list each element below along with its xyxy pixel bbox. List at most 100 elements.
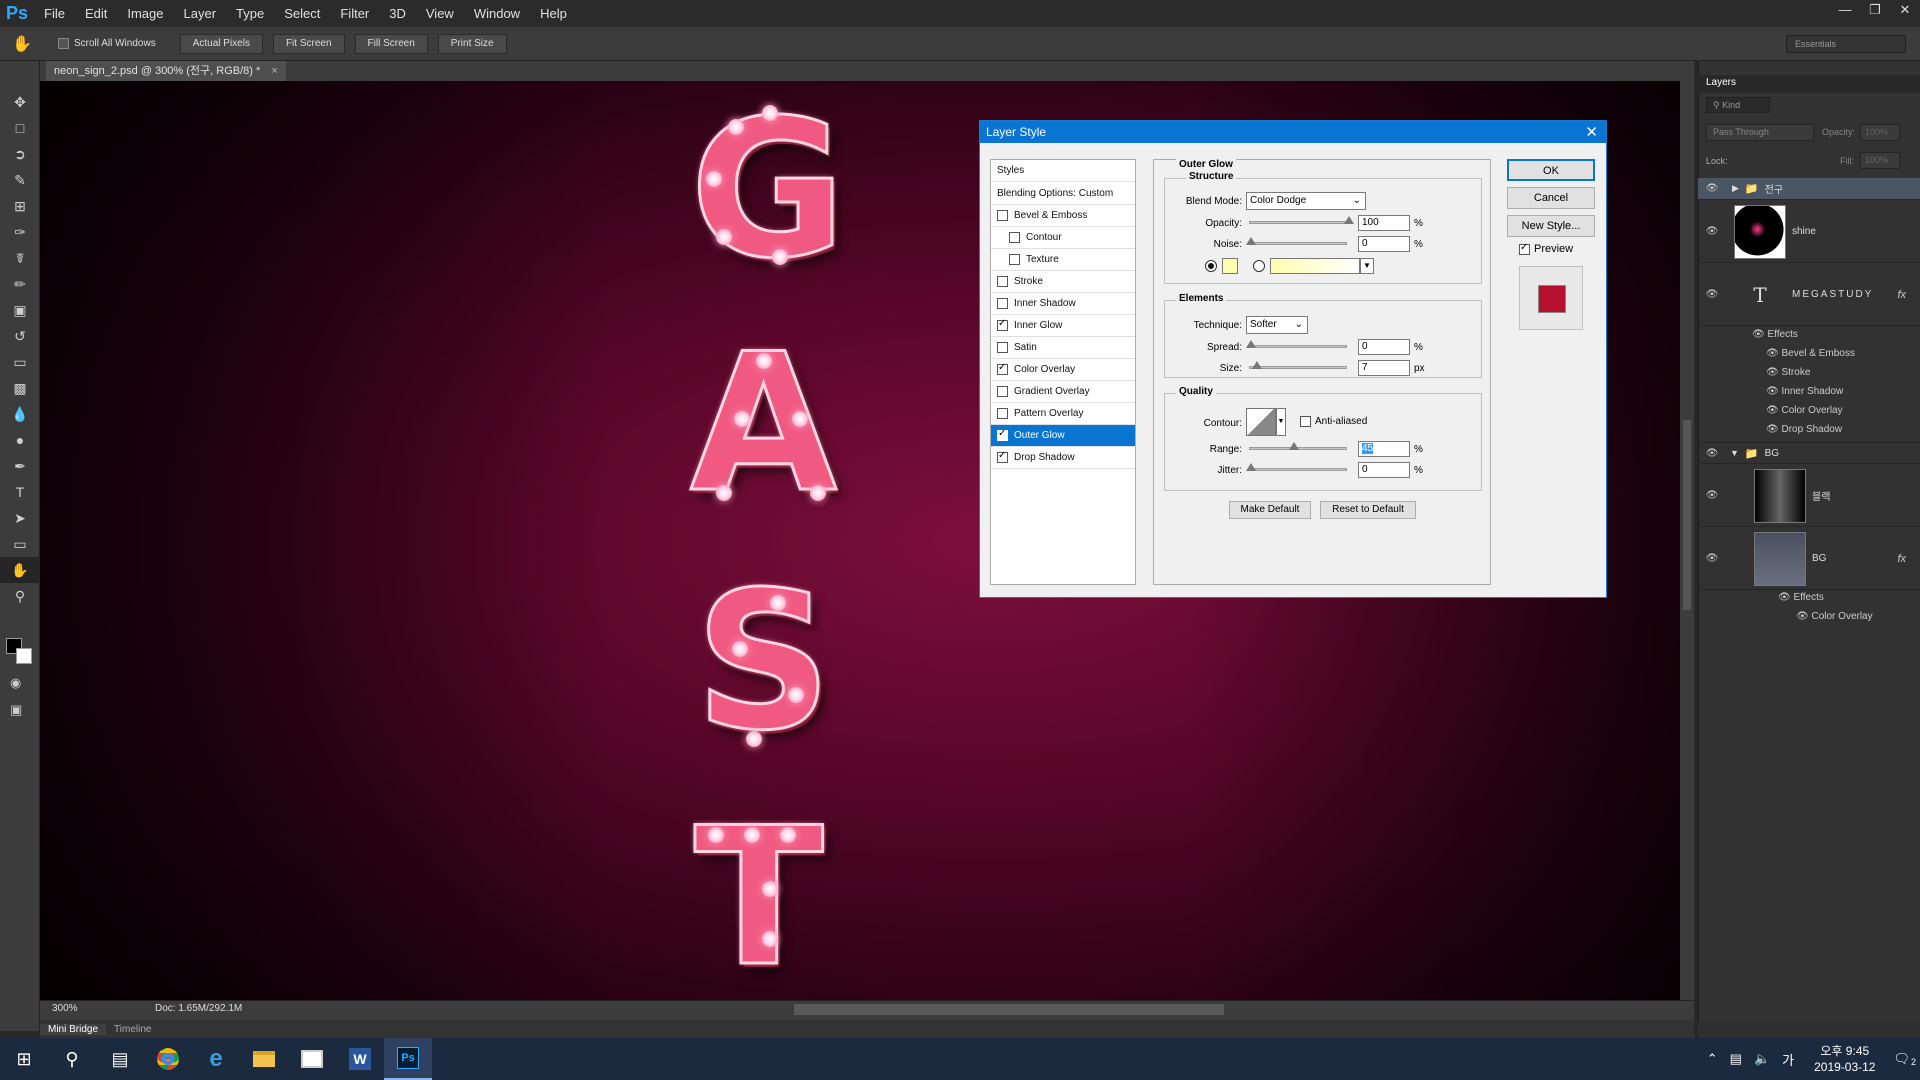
effect-inner-shadow[interactable]: 👁 Inner Shadow: [1766, 386, 1843, 397]
solid-color-radio[interactable]: [1205, 260, 1217, 272]
range-input[interactable]: 45: [1358, 441, 1410, 457]
fill-screen-button[interactable]: Fill Screen: [354, 33, 428, 54]
eye-icon[interactable]: 👁: [1698, 289, 1726, 300]
style-item-outer-glow[interactable]: Outer Glow: [991, 425, 1135, 447]
noise-slider[interactable]: [1246, 237, 1347, 245]
stamp-tool-icon[interactable]: ▣: [0, 297, 40, 323]
horizontal-scroll-thumb[interactable]: [794, 1004, 1224, 1015]
edge-icon[interactable]: e: [192, 1038, 240, 1080]
marquee-tool-icon[interactable]: □: [0, 115, 40, 141]
photoshop-icon[interactable]: Ps: [384, 1038, 432, 1080]
checkbox-box[interactable]: [1519, 242, 1530, 255]
menu-layer[interactable]: Layer: [174, 0, 227, 27]
expand-arrow-icon[interactable]: ▶: [1732, 183, 1739, 194]
eye-icon[interactable]: 👁: [1698, 490, 1726, 501]
restore-icon[interactable]: ❐: [1860, 0, 1890, 20]
style-checkbox[interactable]: [997, 276, 1008, 287]
word-icon[interactable]: W: [336, 1038, 384, 1080]
workspace-select[interactable]: Essentials: [1786, 35, 1906, 53]
new-style-button[interactable]: New Style...: [1507, 215, 1595, 237]
menu-3d[interactable]: 3D: [379, 0, 416, 27]
style-item-satin[interactable]: Satin: [991, 337, 1135, 359]
actual-pixels-button[interactable]: Actual Pixels: [179, 33, 263, 54]
chrome-icon[interactable]: [144, 1038, 192, 1080]
style-item-inner-glow[interactable]: Inner Glow: [991, 315, 1135, 337]
dodge-tool-icon[interactable]: ●: [0, 427, 40, 453]
menu-select[interactable]: Select: [274, 0, 330, 27]
layer-row-black[interactable]: 👁 블랙: [1698, 465, 1920, 527]
effect-color-overlay[interactable]: 👁 Color Overlay: [1796, 611, 1873, 622]
close-tab-icon[interactable]: ×: [271, 65, 277, 77]
clock[interactable]: 오후 9:45 2019-03-12: [1814, 1043, 1875, 1075]
layer-row-megastudy[interactable]: 👁 T MEGASTUDY fx: [1698, 264, 1920, 326]
size-input[interactable]: 7: [1358, 360, 1410, 376]
style-item-inner-shadow[interactable]: Inner Shadow: [991, 293, 1135, 315]
gradient-radio[interactable]: [1253, 260, 1265, 272]
eraser-tool-icon[interactable]: ▭: [0, 349, 40, 375]
effect-drop-shadow[interactable]: 👁 Drop Shadow: [1766, 424, 1842, 435]
style-checkbox[interactable]: [997, 318, 1008, 331]
style-checkbox[interactable]: [1009, 232, 1020, 243]
effect-bevel-emboss[interactable]: 👁 Bevel & Emboss: [1766, 348, 1855, 359]
windows-start-icon[interactable]: ⊞: [0, 1038, 48, 1080]
layer-opacity-input[interactable]: 100%: [1860, 124, 1900, 141]
history-brush-icon[interactable]: ↺: [0, 323, 40, 349]
noise-input[interactable]: 0: [1358, 236, 1410, 252]
ok-button[interactable]: OK: [1507, 159, 1595, 181]
style-item-stroke[interactable]: Stroke: [991, 271, 1135, 293]
slider-knob[interactable]: [1252, 361, 1262, 369]
photos-icon[interactable]: [288, 1038, 336, 1080]
crop-tool-icon[interactable]: ⊞: [0, 193, 40, 219]
menu-edit[interactable]: Edit: [75, 0, 117, 27]
fill-input[interactable]: 100%: [1860, 152, 1900, 169]
collapse-arrow-icon[interactable]: ▼: [1730, 448, 1739, 458]
preview-checkbox[interactable]: Preview: [1519, 242, 1573, 255]
style-item-bevel-emboss[interactable]: Bevel & Emboss: [991, 205, 1135, 227]
close-icon[interactable]: ✕: [1890, 0, 1920, 20]
menu-type[interactable]: Type: [226, 0, 274, 27]
menu-file[interactable]: File: [34, 0, 75, 27]
fit-screen-button[interactable]: Fit Screen: [272, 33, 345, 54]
screen-mode-icon[interactable]: ▣: [10, 702, 22, 718]
fx-icon[interactable]: fx: [1897, 553, 1906, 565]
gradient-tool-icon[interactable]: ▩: [0, 375, 40, 401]
layer-row-bg-group[interactable]: 👁 ▼ 📁 BG: [1698, 442, 1920, 464]
scroll-all-windows-checkbox[interactable]: Scroll All Windows: [58, 38, 156, 49]
style-checkbox[interactable]: [997, 450, 1008, 463]
style-checkbox[interactable]: [997, 362, 1008, 375]
layer-row-shine[interactable]: 👁 shine: [1698, 201, 1920, 263]
spread-slider[interactable]: [1246, 340, 1347, 348]
hand-icon[interactable]: ✋: [0, 34, 44, 54]
task-view-icon[interactable]: ▤: [96, 1038, 144, 1080]
quick-mask-icon[interactable]: ◉: [10, 675, 21, 691]
slider-knob[interactable]: [1246, 237, 1256, 245]
file-explorer-icon[interactable]: [240, 1038, 288, 1080]
blending-options-item[interactable]: Blending Options: Custom: [991, 183, 1135, 205]
menu-window[interactable]: Window: [464, 0, 530, 27]
search-icon[interactable]: ⚲: [48, 1038, 96, 1080]
style-item-contour[interactable]: Contour: [991, 227, 1135, 249]
layer-filter-select[interactable]: ⚲ Kind: [1706, 97, 1770, 113]
lasso-tool-icon[interactable]: ➲: [0, 141, 40, 167]
style-checkbox[interactable]: [997, 342, 1008, 353]
layer-blend-mode-select[interactable]: Pass Through: [1706, 124, 1814, 141]
effect-stroke[interactable]: 👁 Stroke: [1766, 367, 1810, 378]
healing-brush-icon[interactable]: ☤: [0, 245, 40, 271]
zoom-level[interactable]: 300%: [52, 1003, 78, 1014]
style-checkbox[interactable]: [997, 298, 1008, 309]
zoom-tool-icon[interactable]: ⚲: [0, 583, 40, 609]
spread-input[interactable]: 0: [1358, 339, 1410, 355]
layer-row-bg[interactable]: 👁 BG fx: [1698, 528, 1920, 590]
styles-header[interactable]: Styles: [991, 160, 1135, 182]
print-size-button[interactable]: Print Size: [437, 33, 507, 54]
layers-panel-title[interactable]: Layers: [1706, 77, 1736, 88]
technique-select[interactable]: Softer ⌄: [1246, 316, 1308, 334]
shape-tool-icon[interactable]: ▭: [0, 531, 40, 557]
blend-mode-select[interactable]: Color Dodge ⌄: [1246, 192, 1366, 210]
style-item-pattern-overlay[interactable]: Pattern Overlay: [991, 403, 1135, 425]
eye-icon[interactable]: 👁: [1698, 553, 1726, 564]
chevron-up-icon[interactable]: ⌃: [1707, 1051, 1718, 1067]
eyedropper-tool-icon[interactable]: ✑: [0, 219, 40, 245]
blur-tool-icon[interactable]: 💧: [0, 401, 40, 427]
type-tool-icon[interactable]: T: [0, 479, 40, 505]
